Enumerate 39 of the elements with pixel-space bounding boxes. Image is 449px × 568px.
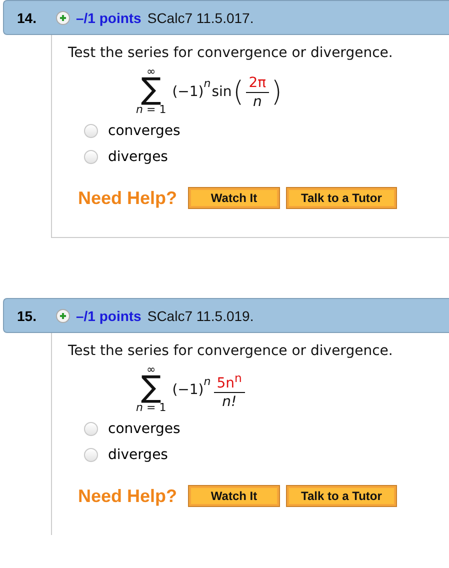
sign-factor: (−1) (172, 84, 204, 100)
fraction-numerator: 2π (246, 74, 270, 92)
summation-sign: ∑ (140, 77, 162, 103)
close-paren: ) (271, 77, 282, 107)
help-button[interactable]: Talk to a Tutor (286, 187, 397, 209)
question-prompt: Test the series for convergence or divergence. (68, 343, 394, 359)
exponent: n (204, 77, 211, 90)
question-number: 15. (17, 308, 38, 324)
exponent: n (204, 375, 211, 388)
question-prompt: Test the series for convergence or divergence. (68, 45, 394, 61)
radio-button[interactable] (84, 448, 98, 462)
open-paren: ( (232, 77, 244, 107)
need-help-label: Need Help? (78, 486, 178, 506)
help-button[interactable]: Watch It (188, 485, 280, 507)
source-label: SCalc7 11.5.017. (147, 10, 254, 26)
radio-button[interactable] (84, 422, 98, 436)
question-number: 14. (17, 10, 38, 26)
radio-button[interactable] (84, 150, 98, 164)
plus-icon[interactable] (56, 10, 70, 24)
need-help-label: Need Help? (78, 188, 178, 208)
upper-limit: ∞ (146, 365, 156, 375)
summation-sign: ∑ (140, 375, 162, 401)
source-label: SCalc7 11.5.019. (147, 308, 254, 324)
points-label: –/1 points (76, 308, 142, 324)
option-label[interactable]: diverges (108, 447, 168, 463)
option-label[interactable]: diverges (108, 149, 168, 165)
option-label[interactable]: converges (108, 421, 180, 437)
fraction-denominator: n (252, 92, 262, 110)
points-label: –/1 points (76, 10, 142, 26)
fraction-denominator: n! (222, 393, 237, 412)
plus-icon[interactable] (56, 308, 70, 322)
upper-limit: ∞ (146, 67, 156, 77)
radio-button[interactable] (84, 124, 98, 138)
sign-factor: (−1) (172, 382, 204, 398)
help-button[interactable]: Watch It (188, 187, 280, 209)
fraction-numerator: 5n$^{n}$ (214, 368, 245, 394)
function-name: sin (212, 84, 232, 100)
help-button[interactable]: Talk to a Tutor (286, 485, 397, 507)
option-label[interactable]: converges (108, 123, 180, 139)
